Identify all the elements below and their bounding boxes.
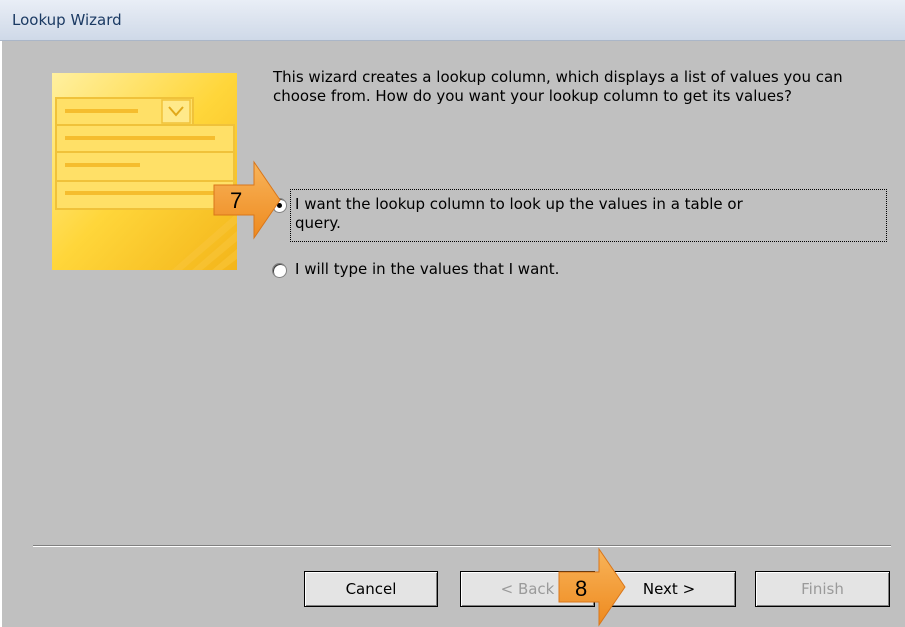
option-lookup-table-line1: I want the lookup column to look up the … [295, 195, 743, 213]
option-type-values-label: I will type in the values that I want. [295, 260, 560, 278]
wizard-intro-text: This wizard creates a lookup column, whi… [273, 68, 843, 105]
lookup-illustration-icon [52, 73, 237, 270]
option-type-values[interactable]: I will type in the values that I want. [272, 260, 559, 279]
option-lookup-table-label: I want the lookup column to look up the … [295, 195, 743, 233]
step-8-arrow-icon [558, 547, 626, 627]
option-lookup-table[interactable]: I want the lookup column to look up the … [272, 195, 743, 233]
step-7-arrow-icon [213, 160, 281, 240]
title-bar: Lookup Wizard [0, 0, 905, 41]
option-lookup-table-line2: query. [295, 214, 341, 232]
cancel-button[interactable]: Cancel [304, 571, 438, 607]
radio-button-unchecked[interactable] [272, 263, 287, 278]
lookup-wizard-window: Lookup Wizard This wizard creates a look… [0, 0, 905, 627]
step-8-label: 8 [575, 576, 588, 601]
step-7-label: 7 [230, 188, 243, 213]
finish-button[interactable]: Finish [755, 571, 890, 607]
divider [33, 545, 891, 547]
window-title: Lookup Wizard [12, 11, 122, 29]
